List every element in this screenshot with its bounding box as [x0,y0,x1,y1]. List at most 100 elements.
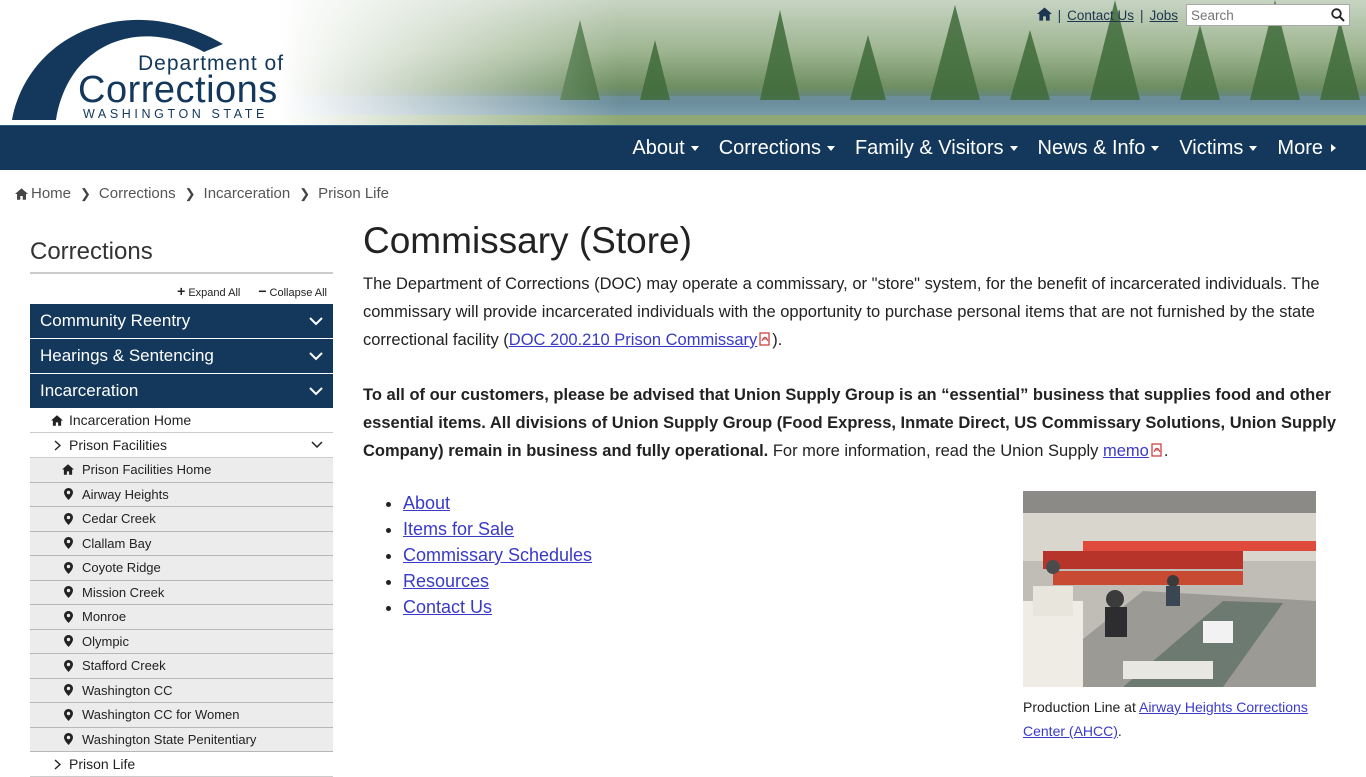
link-items-for-sale[interactable]: Items for Sale [403,519,514,539]
map-pin-icon [60,537,76,550]
nav-item-more[interactable]: More [1267,126,1346,170]
sidebar-item-prison-facilities[interactable]: Prison Facilities [30,433,333,458]
breadcrumb-corrections[interactable]: Corrections [99,185,176,202]
chevron-down-icon [309,386,323,395]
sidebar-facility-item[interactable]: Olympic [30,629,333,654]
link-commissary-schedules[interactable]: Commissary Schedules [403,545,592,565]
sidebar: Corrections + Expand All − Collapse All Co… [30,238,333,777]
search-icon[interactable] [1327,8,1349,22]
breadcrumb-home[interactable]: Home [31,185,71,202]
caret-down-icon [1151,145,1160,151]
link-contact-us[interactable]: Contact Us [403,597,492,617]
home-icon [46,414,68,426]
map-pin-icon [60,561,76,574]
map-pin-icon [60,635,76,648]
policy-link[interactable]: DOC 200.210 Prison Commissary [509,331,758,349]
facility-label: Cedar Creek [82,511,156,527]
map-pin-icon [60,733,76,746]
logo-line2: Corrections [78,69,278,111]
facility-list: Prison Facilities Home Airway Heights Ceda… [30,458,333,752]
nav-item-news-info[interactable]: News & Info [1028,126,1170,170]
facility-label: Washington CC for Women [82,707,240,723]
caret-down-icon [826,145,835,151]
sidebar-facility-item[interactable]: Prison Facilities Home [30,458,333,483]
facility-label: Olympic [82,633,129,649]
sidebar-facility-item[interactable]: Mission Creek [30,580,333,605]
memo-link[interactable]: memo [1103,442,1149,460]
nav-item-family-visitors[interactable]: Family & Visitors [845,126,1028,170]
search-input[interactable] [1187,5,1327,25]
map-pin-icon [60,708,76,721]
sidebar-section-community-reentry[interactable]: Community Reentry [30,304,333,338]
sidebar-item-incarceration-home[interactable]: Incarceration Home [30,408,333,433]
expand-all-button[interactable]: + Expand All [177,283,240,299]
map-pin-icon [60,586,76,599]
chevron-down-icon [309,351,323,360]
caret-down-icon [690,145,699,151]
map-pin-icon [60,684,76,697]
sidebar-facility-item[interactable]: Washington State Penitentiary [30,727,333,752]
chevron-right-icon [46,439,68,451]
utility-bar: | Contact Us | Jobs [1036,3,1350,27]
plus-icon: + [177,283,186,299]
chevron-right-icon: ❯ [80,185,91,201]
contact-us-link[interactable]: Contact Us [1067,8,1134,23]
facility-label: Clallam Bay [82,535,152,551]
nav-item-victims[interactable]: Victims [1169,126,1267,170]
search-box [1186,4,1350,26]
facility-label: Airway Heights [82,486,169,502]
sidebar-facility-item[interactable]: Cedar Creek [30,507,333,532]
page-title: Commissary (Store) [363,220,692,261]
header-banner: Department of Corrections WASHINGTON STA… [0,0,1366,125]
chevron-right-icon: ❯ [299,185,311,201]
facility-label: Coyote Ridge [82,560,161,576]
nav-item-about[interactable]: About [622,126,708,170]
minus-icon: − [258,283,267,299]
breadcrumb-incarceration[interactable]: Incarceration [204,185,291,202]
chevron-right-icon: ❯ [184,185,196,201]
utility-separator: | [1139,7,1144,23]
link-resources[interactable]: Resources [403,571,489,591]
chevron-down-icon [309,316,323,325]
caret-right-icon [1331,144,1336,152]
sidebar-facility-item[interactable]: Monroe [30,605,333,630]
sidebar-facility-item[interactable]: Stafford Creek [30,654,333,679]
sidebar-facility-item[interactable]: Washington CC for Women [30,703,333,728]
production-line-photo [1023,491,1316,687]
sidebar-facility-item[interactable]: Washington CC [30,678,333,703]
facility-label: Prison Facilities Home [82,462,212,478]
figure-caption: Production Line at Airway Heights Correc… [1023,699,1308,739]
map-pin-icon [60,512,76,525]
jobs-link[interactable]: Jobs [1149,8,1178,23]
facility-label: Washington CC [82,682,173,698]
utility-separator: | [1057,7,1062,23]
facility-label: Stafford Creek [82,658,166,674]
caret-down-icon [1009,145,1018,151]
intro-paragraph: The Department of Corrections (DOC) may … [363,270,1348,355]
pdf-icon [1151,438,1164,466]
chevron-down-icon [311,441,323,449]
expand-collapse-controls: + Expand All − Collapse All [30,283,327,299]
home-icon [15,187,28,200]
figure: Production Line at Airway Heights Correc… [1023,491,1316,743]
sidebar-facility-item[interactable]: Airway Heights [30,482,333,507]
sidebar-section-hearings-sentencing[interactable]: Hearings & Sentencing [30,339,333,373]
facility-label: Washington State Penitentiary [82,731,257,747]
nav-item-corrections[interactable]: Corrections [709,126,845,170]
breadcrumb-prison-life[interactable]: Prison Life [318,185,389,202]
collapse-all-button[interactable]: − Collapse All [258,283,327,299]
sidebar-facility-item[interactable]: Clallam Bay [30,531,333,556]
map-pin-icon [60,610,76,623]
logo-line3: WASHINGTON STATE [83,107,268,121]
map-pin-icon [60,488,76,501]
main-navigation: About Corrections Family & Visitors News… [0,125,1366,170]
sidebar-item-prison-life[interactable]: Prison Life [30,752,333,777]
sidebar-facility-item[interactable]: Coyote Ridge [30,556,333,581]
caret-down-icon [1249,145,1258,151]
sidebar-section-incarceration[interactable]: Incarceration [30,374,333,408]
pdf-icon [759,327,772,355]
site-logo[interactable]: Department of Corrections WASHINGTON STA… [8,4,308,124]
link-about[interactable]: About [403,493,450,513]
home-icon[interactable] [1036,6,1052,24]
facility-label: Mission Creek [82,584,165,600]
